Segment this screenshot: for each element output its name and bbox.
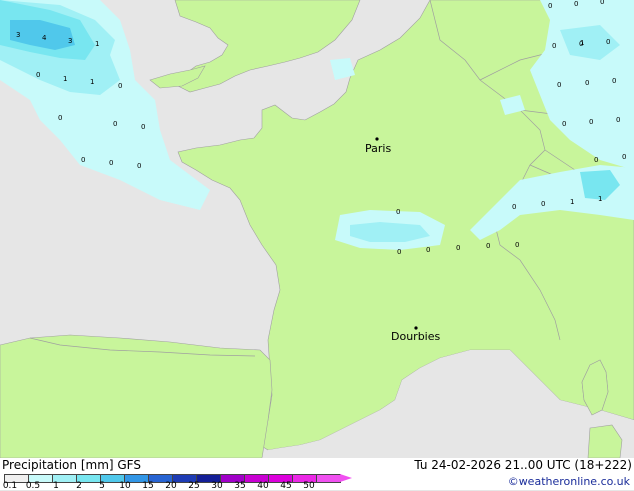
city-label: Dourbies (391, 330, 441, 343)
forecast-datetime: Tu 24-02-2026 21..00 UTC (18+222) (414, 458, 632, 472)
value-label: 0 (58, 114, 62, 122)
value-label: 0 (426, 246, 430, 254)
value-label: 3 (68, 37, 72, 45)
value-label: 0 (515, 241, 519, 249)
value-label: 0 (552, 42, 556, 50)
value-label: 1 (570, 198, 574, 206)
value-label: 0 (585, 79, 589, 87)
value-label: 0 (574, 0, 578, 8)
value-label: 0 (548, 2, 552, 10)
value-label: 1 (580, 39, 584, 47)
value-label: 0 (486, 242, 490, 250)
value-label: 0 (606, 38, 610, 46)
credit-link[interactable]: ©weatheronline.co.uk (508, 475, 630, 488)
value-label: 0 (612, 77, 616, 85)
value-label: 0 (141, 123, 145, 131)
value-label: 0 (109, 159, 113, 167)
value-label: 0 (36, 71, 40, 79)
precip-color-scale (4, 474, 352, 483)
scale-arrow-tip (340, 474, 352, 482)
value-label: 0 (616, 116, 620, 124)
value-label: 1 (598, 195, 602, 203)
value-label: 0 (396, 208, 400, 216)
value-label: 0 (541, 200, 545, 208)
value-label: 1 (90, 78, 94, 86)
value-label: 0 (562, 120, 566, 128)
value-label: 0 (456, 244, 460, 252)
value-label: 0 (137, 162, 141, 170)
value-label: 0 (81, 156, 85, 164)
value-label: 0 (113, 120, 117, 128)
land-spain (0, 334, 273, 458)
value-label: 0 (512, 203, 516, 211)
city-label: Paris (365, 142, 391, 155)
value-label: 4 (42, 34, 47, 42)
legend-footer: Precipitation [mm] GFS Tu 24-02-2026 21.… (0, 458, 634, 491)
precipitation-map: Paris Dourbies 3 4 3 1 0 1 1 0 0 0 0 0 0… (0, 0, 634, 458)
value-label: 1 (95, 40, 99, 48)
value-label: 0 (118, 82, 122, 90)
value-label: 0 (397, 248, 401, 256)
map-title: Precipitation [mm] GFS (2, 458, 141, 472)
value-label: 0 (589, 118, 593, 126)
value-label: 0 (557, 81, 561, 89)
value-label: 0 (594, 156, 598, 164)
value-label: 0 (600, 0, 604, 6)
value-label: 0 (622, 153, 626, 161)
value-label: 1 (63, 75, 67, 83)
value-label: 3 (16, 31, 20, 39)
